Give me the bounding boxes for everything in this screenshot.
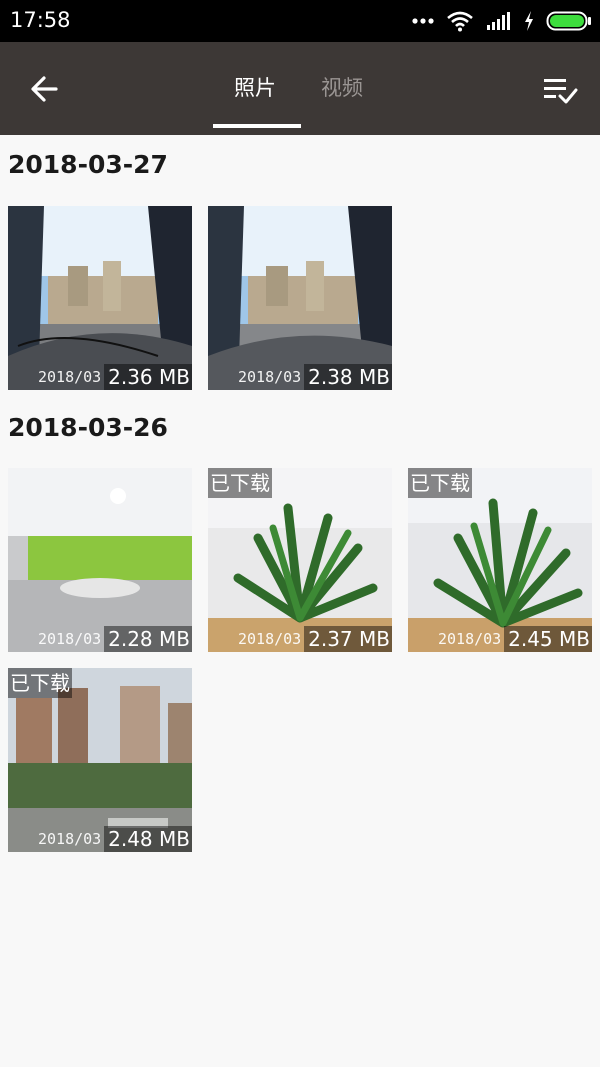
photo-name: 2018/03 [38, 830, 102, 848]
charging-icon [525, 11, 533, 31]
downloaded-badge: 已下载 [408, 468, 472, 498]
signal-icon [487, 12, 510, 30]
photo-name: 2018/03 [38, 368, 102, 386]
photo-image [8, 206, 192, 390]
photo-name: 2018/03 [38, 630, 102, 648]
photo-size: 2.48 MB [104, 826, 192, 852]
more-dots-icon [412, 18, 434, 24]
section-date: 2018-03-27 [8, 150, 168, 179]
photo-name: 2018/03 [238, 630, 302, 648]
photo-name: 2018/03 [238, 368, 302, 386]
downloaded-badge: 已下载 [208, 468, 272, 498]
tab-photos[interactable]: 照片 [234, 72, 276, 102]
wifi-icon [447, 11, 473, 32]
photo-thumbnail[interactable]: 已下载 2018/03 2.37 MB [208, 468, 392, 652]
multi-select-button[interactable] [536, 70, 584, 110]
photo-thumbnail[interactable]: 2018/03 2.36 MB [8, 206, 192, 390]
photo-thumbnail[interactable]: 已下载 2018/03 2.48 MB [8, 668, 192, 852]
photo-thumbnail[interactable]: 已下载 2018/03 2.45 MB [408, 468, 592, 652]
multi-select-check-icon [544, 79, 578, 104]
photo-size: 2.37 MB [304, 626, 392, 652]
photo-thumbnail[interactable]: 2018/03 2.28 MB [8, 468, 192, 652]
photo-size: 2.28 MB [104, 626, 192, 652]
back-button[interactable] [20, 68, 70, 110]
battery-icon [546, 11, 591, 31]
status-bar: 17:58 [0, 0, 600, 42]
photo-name: 2018/03 [438, 630, 502, 648]
photo-thumbnail[interactable]: 2018/03 2.38 MB [208, 206, 392, 390]
app-bar: 照片 视频 [0, 42, 600, 135]
photo-size: 2.38 MB [304, 364, 392, 390]
photo-image [208, 206, 392, 390]
section-date: 2018-03-26 [8, 413, 168, 442]
photo-size: 2.36 MB [104, 364, 192, 390]
tab-videos[interactable]: 视频 [321, 72, 363, 102]
downloaded-badge: 已下载 [8, 668, 72, 698]
photo-image [8, 468, 192, 652]
status-time: 17:58 [10, 8, 71, 32]
photo-size: 2.45 MB [504, 626, 592, 652]
status-icons [412, 9, 592, 33]
arrow-left-icon [31, 76, 58, 102]
active-tab-indicator [213, 124, 301, 128]
